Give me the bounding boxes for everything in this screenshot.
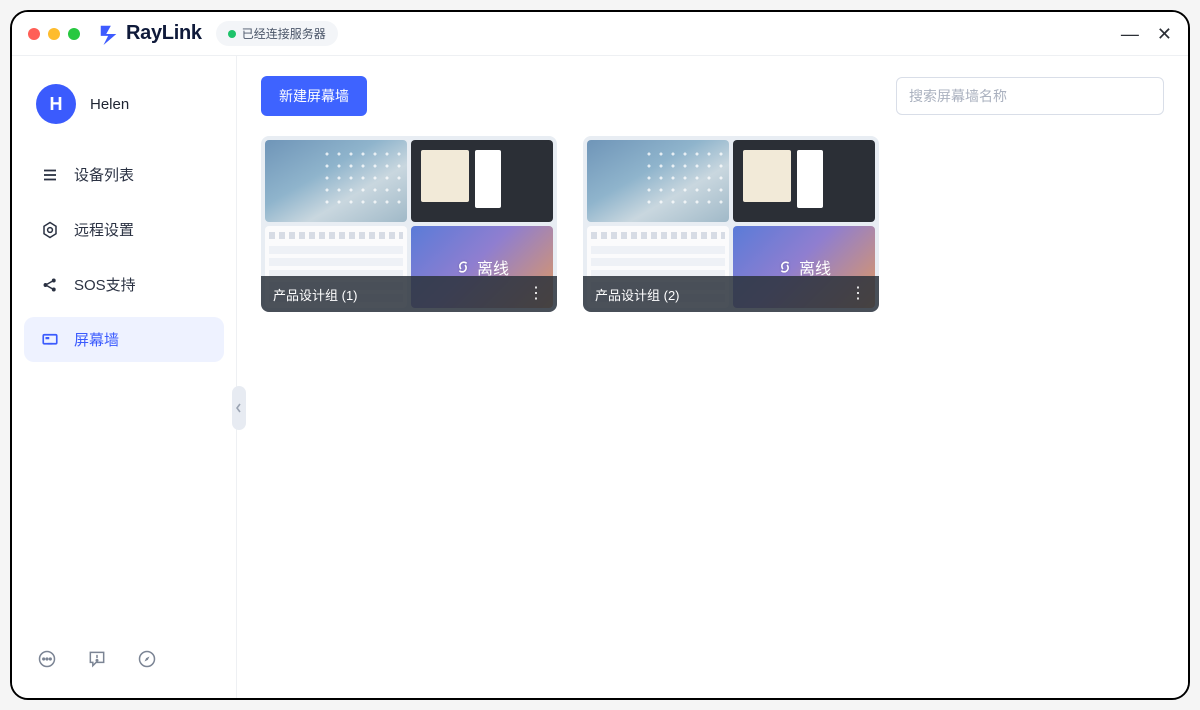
brand-logo-icon [98,23,120,45]
sidebar-item-label: 设备列表 [74,164,134,185]
user-block[interactable]: H Helen [12,84,236,152]
offline-icon [777,259,793,275]
window-controls: — ✕ [1121,25,1172,43]
sidebar-footer [12,648,236,698]
close-window-icon[interactable] [28,28,40,40]
sidebar-item-remote-settings[interactable]: 远程设置 [24,207,224,252]
nav: 设备列表 远程设置 SOS支持 [12,152,236,362]
minimize-window-icon[interactable] [48,28,60,40]
sidebar: H Helen 设备列表 远程设置 [12,56,237,698]
connection-status: 已经连接服务器 [216,21,338,46]
thumbnail-desktop [265,140,407,222]
sidebar-item-label: 屏幕墙 [74,329,119,350]
share-icon [40,275,60,295]
close-button[interactable]: ✕ [1157,25,1172,43]
sidebar-item-screenwall[interactable]: 屏幕墙 [24,317,224,362]
avatar: H [36,84,76,124]
more-icon[interactable] [36,648,58,670]
card-more-button[interactable]: ⋮ [528,286,545,302]
sidebar-item-label: 远程设置 [74,219,134,240]
thumbnail-dark-app [411,140,553,222]
toolbar: 新建屏幕墙 [261,76,1164,116]
brand: RayLink [98,22,202,45]
status-dot-icon [228,30,236,38]
sidebar-item-sos[interactable]: SOS支持 [24,262,224,307]
list-icon [40,165,60,185]
screenwall-icon [40,330,60,350]
screenwall-card[interactable]: 离线 产品设计组 (2) ⋮ [583,136,879,312]
screenwall-grid: 离线 产品设计组 (1) ⋮ 离线 [261,136,1164,312]
feedback-icon[interactable] [86,648,108,670]
thumbnail-dark-app [733,140,875,222]
thumbnail-desktop [587,140,729,222]
card-footer: 产品设计组 (1) ⋮ [261,276,557,312]
traffic-lights [28,28,80,40]
body: H Helen 设备列表 远程设置 [12,56,1188,698]
gear-icon [40,220,60,240]
compass-icon[interactable] [136,648,158,670]
fullscreen-window-icon[interactable] [68,28,80,40]
card-footer: 产品设计组 (2) ⋮ [583,276,879,312]
titlebar: RayLink 已经连接服务器 — ✕ [12,12,1188,56]
username: Helen [90,96,129,113]
search-input[interactable] [896,77,1164,115]
offline-icon [455,259,471,275]
brand-name: RayLink [126,22,202,45]
sidebar-collapse-handle[interactable] [232,386,246,430]
card-more-button[interactable]: ⋮ [850,286,867,302]
create-screenwall-button[interactable]: 新建屏幕墙 [261,76,367,116]
minimize-button[interactable]: — [1121,25,1139,43]
sidebar-item-label: SOS支持 [74,274,136,295]
sidebar-item-devices[interactable]: 设备列表 [24,152,224,197]
main-content: 新建屏幕墙 离线 产品设计组 (1) [237,56,1188,698]
screenwall-card[interactable]: 离线 产品设计组 (1) ⋮ [261,136,557,312]
app-window: RayLink 已经连接服务器 — ✕ H Helen 设备列表 [10,10,1190,700]
card-title: 产品设计组 (1) [273,285,358,304]
card-title: 产品设计组 (2) [595,285,680,304]
connection-status-label: 已经连接服务器 [242,25,326,42]
